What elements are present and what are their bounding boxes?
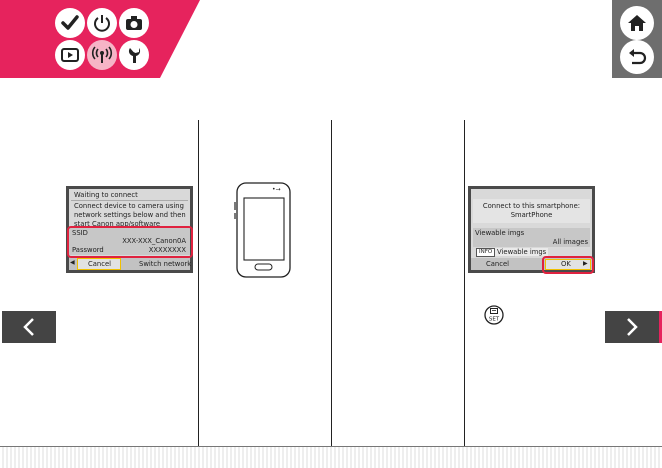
right-button-panel [612,0,662,78]
home-icon[interactable] [620,6,654,40]
instruction-line: network settings below and then [74,211,186,219]
chevron-left-icon [23,318,34,336]
ssid-password-highlight [67,226,193,258]
power-icon[interactable] [87,8,117,38]
cancel-label: Cancel [88,260,112,268]
return-icon[interactable] [620,40,654,74]
smartphone-name: SmartPhone [510,211,553,219]
info-viewable-hint: Viewable imgs [495,248,549,256]
chevron-right-icon [627,318,638,336]
shooting-check-icon[interactable] [55,8,85,38]
settings-wrench-icon[interactable] [119,40,149,70]
viewable-value: All images [552,238,588,246]
page-footer [0,446,662,468]
info-button-icon: INFO [476,248,496,257]
column-divider [331,120,332,447]
column-divider [464,120,465,447]
camera-screen-connect: Connect to this smartphone: SmartPhone V… [468,186,595,274]
playback-icon[interactable] [55,40,85,70]
viewable-label: Viewable imgs [475,229,525,237]
cancel-button[interactable]: Cancel [486,260,509,268]
prev-page-button[interactable] [2,311,56,343]
column-divider [198,120,199,447]
smartphone-icon: •→ [234,182,291,278]
next-page-button[interactable] [605,311,659,343]
camera-screen-waiting: Waiting to connect Connect device to cam… [66,186,193,273]
wireless-icon[interactable] [87,40,117,70]
connect-question: Connect to this smartphone: [482,202,581,210]
instruction-line: Connect device to camera using [74,202,184,210]
left-arrow-icon: ◀ [70,259,75,266]
svg-text:•→: •→ [272,186,281,193]
camera-icon[interactable] [119,8,149,38]
set-button-icon: SET [484,305,504,325]
set-label: SET [489,317,500,323]
switch-network-button[interactable]: Switch network [139,260,191,268]
ok-highlight [542,256,594,274]
header-bar [0,0,662,78]
screen-title: Waiting to connect [74,191,138,199]
